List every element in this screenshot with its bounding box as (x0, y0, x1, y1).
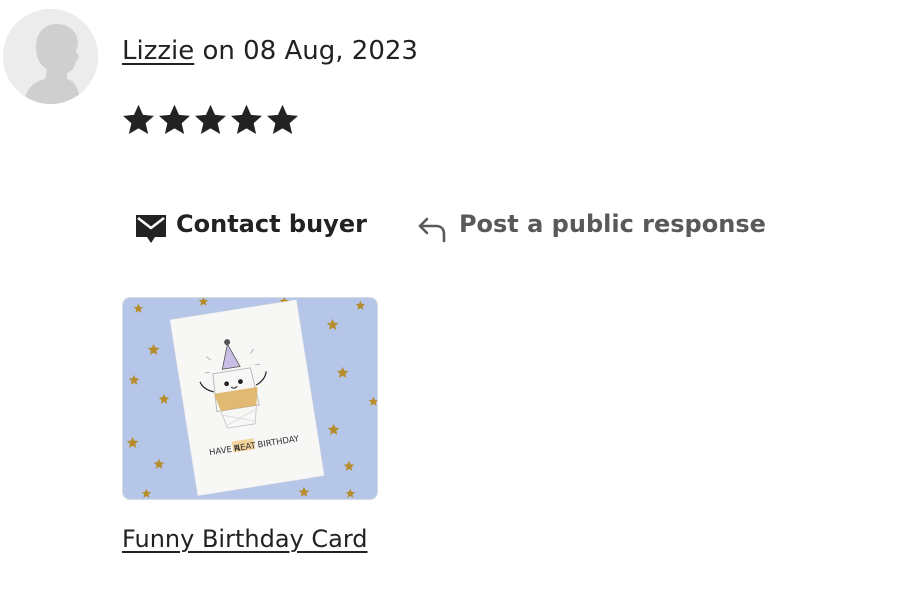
listing-thumbnail[interactable]: HAVE A NEAT BIRTHDAY (122, 297, 378, 500)
reviewer-avatar (3, 9, 98, 104)
review-actions: Contact buyer Post a public response (134, 204, 766, 244)
star-icon (157, 100, 192, 140)
contact-buyer-button[interactable]: Contact buyer (134, 202, 367, 246)
greeting-card: HAVE A NEAT BIRTHDAY (169, 299, 325, 496)
star-rating (121, 100, 300, 140)
mail-icon (134, 212, 168, 246)
review-date: on 08 Aug, 2023 (194, 36, 418, 66)
default-avatar-icon (3, 9, 98, 104)
post-public-response-label: Post a public response (458, 210, 766, 238)
reply-icon (417, 214, 447, 244)
star-icon (121, 100, 156, 140)
star-icon (193, 100, 228, 140)
star-icon (265, 100, 300, 140)
listing-title-link[interactable]: Funny Birthday Card (122, 522, 368, 556)
post-public-response-button[interactable]: Post a public response (417, 204, 766, 244)
review-header: Lizzie on 08 Aug, 2023 (122, 34, 418, 68)
listing-image: HAVE A NEAT BIRTHDAY (123, 298, 377, 499)
reviewer-name-link[interactable]: Lizzie (122, 36, 194, 66)
contact-buyer-label: Contact buyer (176, 210, 367, 238)
star-icon (229, 100, 264, 140)
